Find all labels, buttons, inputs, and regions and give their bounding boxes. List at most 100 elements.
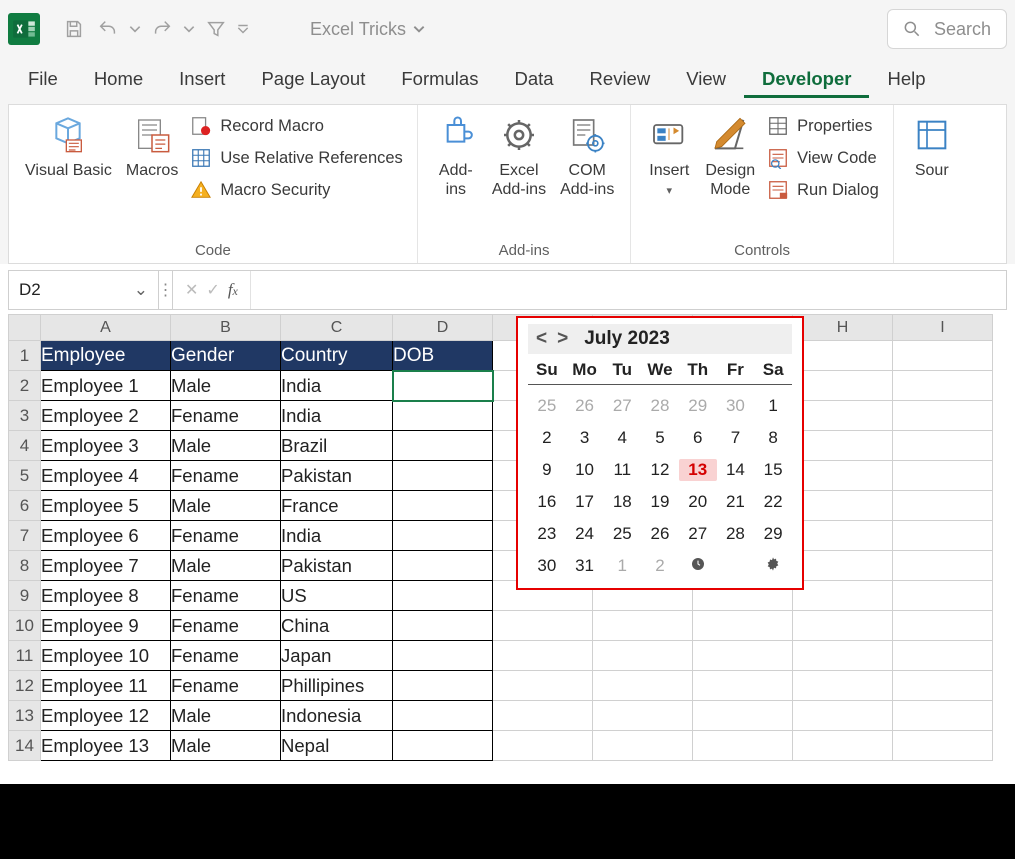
cell-D9[interactable]: [393, 581, 493, 611]
row-header-2[interactable]: 2: [9, 371, 41, 401]
calendar-day-27[interactable]: 27: [603, 395, 641, 417]
cell-A7[interactable]: Employee 6: [41, 521, 171, 551]
cancel-formula-icon[interactable]: ✕: [185, 280, 198, 300]
row-header-9[interactable]: 9: [9, 581, 41, 611]
calendar-day-4[interactable]: 4: [603, 427, 641, 449]
calendar-day-18[interactable]: 18: [603, 491, 641, 513]
qat-customize-icon[interactable]: [236, 15, 250, 43]
cell-B8[interactable]: Male: [171, 551, 281, 581]
cell-B10[interactable]: Fename: [171, 611, 281, 641]
column-header-C[interactable]: C: [281, 315, 393, 341]
calendar-day-1[interactable]: 1: [603, 555, 641, 578]
cell-A14[interactable]: Employee 13: [41, 731, 171, 761]
calendar-day-21[interactable]: 21: [717, 491, 755, 513]
calendar-day-30[interactable]: 30: [717, 395, 755, 417]
design-mode-button[interactable]: Design Mode: [703, 111, 757, 201]
cell-D12[interactable]: [393, 671, 493, 701]
properties-button[interactable]: Properties: [767, 115, 879, 137]
cell-B2[interactable]: Male: [171, 371, 281, 401]
calendar-day-10[interactable]: 10: [566, 459, 604, 481]
calendar-day-16[interactable]: 16: [528, 491, 566, 513]
chevron-down-icon[interactable]: ⌄: [134, 280, 148, 300]
cell-B12[interactable]: Fename: [171, 671, 281, 701]
calendar-day-25[interactable]: 25: [528, 395, 566, 417]
cell-A11[interactable]: Employee 10: [41, 641, 171, 671]
tab-help[interactable]: Help: [869, 60, 943, 98]
enter-formula-icon[interactable]: ✓: [206, 280, 219, 300]
column-header-I[interactable]: I: [893, 315, 993, 341]
calendar-day-29[interactable]: 29: [679, 395, 717, 417]
cell-D14[interactable]: [393, 731, 493, 761]
redo-dropdown-icon[interactable]: [182, 15, 196, 43]
select-all-corner[interactable]: [9, 315, 41, 341]
tab-file[interactable]: File: [10, 60, 76, 98]
cell-C9[interactable]: US: [281, 581, 393, 611]
calendar-day-26[interactable]: 26: [566, 395, 604, 417]
column-header-A[interactable]: A: [41, 315, 171, 341]
row-header-12[interactable]: 12: [9, 671, 41, 701]
cell-C5[interactable]: Pakistan: [281, 461, 393, 491]
cell-D10[interactable]: [393, 611, 493, 641]
cell-A9[interactable]: Employee 8: [41, 581, 171, 611]
calendar-day-28[interactable]: 28: [717, 523, 755, 545]
cell-C2[interactable]: India: [281, 371, 393, 401]
calendar-day-30[interactable]: 30: [528, 555, 566, 578]
row-header-5[interactable]: 5: [9, 461, 41, 491]
formula-input[interactable]: [251, 271, 1006, 309]
undo-dropdown-icon[interactable]: [128, 15, 142, 43]
search-input[interactable]: Search: [887, 9, 1007, 49]
visual-basic-button[interactable]: Visual Basic: [23, 111, 114, 182]
row-header-6[interactable]: 6: [9, 491, 41, 521]
calendar-day-5[interactable]: 5: [641, 427, 679, 449]
calendar-day-1[interactable]: 1: [754, 395, 792, 417]
calendar-day-14[interactable]: 14: [717, 459, 755, 481]
row-header-11[interactable]: 11: [9, 641, 41, 671]
record-macro-button[interactable]: Record Macro: [190, 115, 403, 137]
calendar-day-7[interactable]: 7: [717, 427, 755, 449]
calendar-day-22[interactable]: 22: [754, 491, 792, 513]
cell-A13[interactable]: Employee 12: [41, 701, 171, 731]
cell-C13[interactable]: Indonesia: [281, 701, 393, 731]
tab-home[interactable]: Home: [76, 60, 161, 98]
insert-button[interactable]: Insert▾: [645, 111, 693, 201]
view-code-button[interactable]: View Code: [767, 147, 879, 169]
tab-review[interactable]: Review: [572, 60, 669, 98]
gear-icon[interactable]: [765, 557, 781, 576]
cell-B11[interactable]: Fename: [171, 641, 281, 671]
cell-C10[interactable]: China: [281, 611, 393, 641]
cell-A6[interactable]: Employee 5: [41, 491, 171, 521]
cell-A2[interactable]: Employee 1: [41, 371, 171, 401]
row-header-14[interactable]: 14: [9, 731, 41, 761]
cell-D13[interactable]: [393, 701, 493, 731]
worksheet-grid[interactable]: ABCDEFGHI1EmployeeGenderCountryDOB2Emplo…: [8, 314, 993, 761]
run-dialog-button[interactable]: Run Dialog: [767, 179, 879, 201]
document-name[interactable]: Excel Tricks: [310, 19, 426, 40]
tab-insert[interactable]: Insert: [161, 60, 243, 98]
cell-B5[interactable]: Fename: [171, 461, 281, 491]
addins-button[interactable]: Add- ins: [432, 111, 480, 201]
calendar-day-13[interactable]: 13: [679, 459, 717, 481]
cell-D2[interactable]: [393, 371, 493, 401]
row-header-10[interactable]: 10: [9, 611, 41, 641]
cell-A5[interactable]: Employee 4: [41, 461, 171, 491]
cell-C6[interactable]: France: [281, 491, 393, 521]
calendar-day-28[interactable]: 28: [641, 395, 679, 417]
calendar-day-26[interactable]: 26: [641, 523, 679, 545]
cell-A4[interactable]: Employee 3: [41, 431, 171, 461]
tab-developer[interactable]: Developer: [744, 60, 869, 98]
cell-B3[interactable]: Fename: [171, 401, 281, 431]
cell-A12[interactable]: Employee 11: [41, 671, 171, 701]
calendar-day-12[interactable]: 12: [641, 459, 679, 481]
cell-A3[interactable]: Employee 2: [41, 401, 171, 431]
calendar-day-3[interactable]: 3: [566, 427, 604, 449]
cell-D8[interactable]: [393, 551, 493, 581]
calendar-day-6[interactable]: 6: [679, 427, 717, 449]
cell-A8[interactable]: Employee 7: [41, 551, 171, 581]
calendar-day-23[interactable]: 23: [528, 523, 566, 545]
tab-formulas[interactable]: Formulas: [383, 60, 496, 98]
row-header-8[interactable]: 8: [9, 551, 41, 581]
calendar-clock-button[interactable]: [679, 555, 717, 578]
row-header-1[interactable]: 1: [9, 341, 41, 371]
com-addins-button[interactable]: COM Add-ins: [558, 111, 616, 201]
cell-B6[interactable]: Male: [171, 491, 281, 521]
